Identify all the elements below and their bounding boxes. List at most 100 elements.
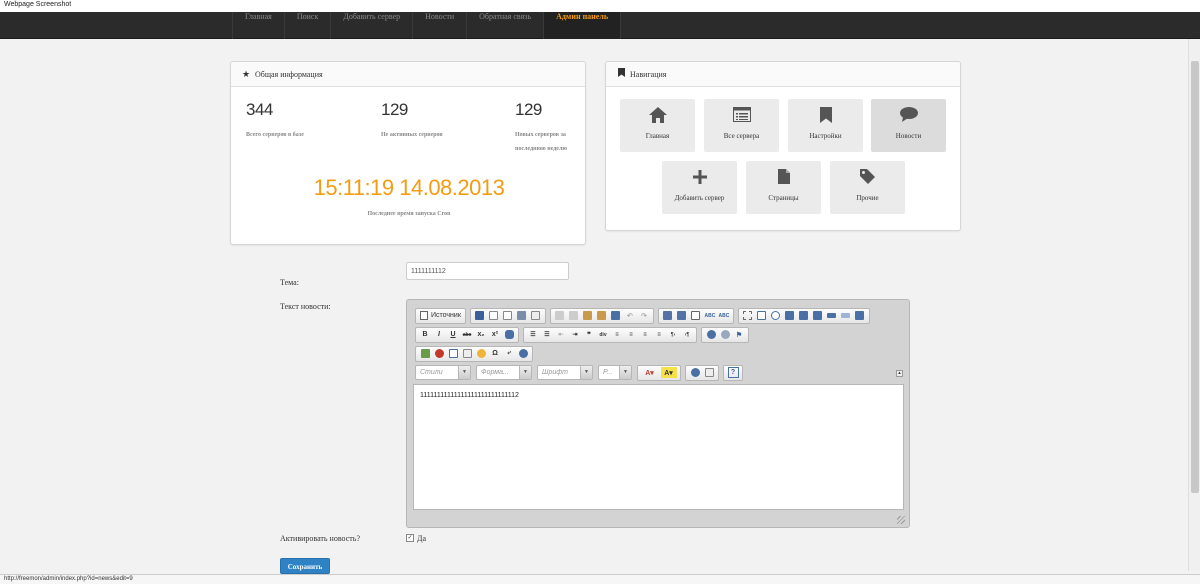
nav-tile-all-servers[interactable]: Все сервера (704, 99, 779, 152)
underline-icon[interactable]: U (448, 329, 459, 340)
select-all-icon[interactable] (690, 310, 701, 321)
align-justify-icon[interactable]: ≡ (654, 329, 665, 340)
nav-item-search[interactable]: Поиск (285, 12, 332, 39)
preview-icon[interactable] (502, 310, 513, 321)
align-center-icon[interactable]: ≡ (626, 329, 637, 340)
navigation-panel: Навигация Главная Все сервера Настройки … (605, 61, 961, 231)
nav-item-news[interactable]: Новости (413, 12, 468, 39)
paste-text-icon[interactable] (596, 310, 607, 321)
maximize-icon[interactable] (690, 367, 701, 378)
textarea-icon[interactable] (798, 310, 809, 321)
nav-item-home[interactable]: Главная (233, 12, 285, 39)
replace-icon[interactable] (676, 310, 687, 321)
forms-group (737, 307, 870, 324)
resize-grip-icon[interactable] (897, 516, 905, 524)
home-icon (648, 106, 667, 128)
copy-icon[interactable] (568, 310, 579, 321)
align-left-icon[interactable]: ≡ (612, 329, 623, 340)
source-group: Источник (415, 307, 466, 324)
save-icon[interactable] (474, 310, 485, 321)
redo-icon[interactable]: ↷ (638, 310, 649, 321)
rtl-icon[interactable]: ‹¶ (682, 329, 693, 340)
ltr-icon[interactable]: ¶› (668, 329, 679, 340)
bg-color-icon[interactable]: A▾ (660, 367, 677, 378)
undo-icon[interactable]: ↶ (624, 310, 635, 321)
templates-icon[interactable] (530, 310, 541, 321)
stat-label: Новых серверов за последнюю неделю (515, 132, 567, 152)
outdent-icon[interactable]: ⇤ (556, 329, 567, 340)
hidden-field-icon[interactable] (854, 310, 865, 321)
basic-styles-group: B I U abc x₂ x² (415, 326, 519, 343)
paste-word-icon[interactable] (610, 310, 621, 321)
smiley-icon[interactable] (476, 348, 487, 359)
div-icon[interactable]: div (598, 329, 609, 340)
collapse-toolbar-icon[interactable]: ▴ (896, 370, 903, 377)
flash-icon[interactable] (434, 348, 445, 359)
nav-item-add-server[interactable]: Добавить сервер (331, 12, 414, 39)
nav-tile-add-server[interactable]: Добавить сервер (662, 161, 737, 214)
iframe-icon[interactable] (518, 348, 529, 359)
navigation-title: Навигация (630, 70, 667, 79)
spellcheck-type-icon[interactable]: ABC (718, 310, 729, 321)
unlink-icon[interactable] (720, 329, 731, 340)
page-scrollbar[interactable] (1188, 39, 1200, 571)
nav-tile-settings[interactable]: Настройки (788, 99, 863, 152)
text-color-icon[interactable]: A▾ (642, 367, 658, 378)
new-page-icon[interactable] (488, 310, 499, 321)
italic-icon[interactable]: I (434, 329, 445, 340)
spellcheck-icon[interactable]: ABC (704, 310, 715, 321)
clipboard-group: ↶ ↷ (549, 307, 654, 324)
hr-icon[interactable] (462, 348, 473, 359)
superscript-icon[interactable]: x² (490, 329, 501, 340)
radio-icon[interactable] (770, 310, 781, 321)
page-break-icon[interactable]: ⤶ (504, 348, 515, 359)
image-button-icon[interactable] (840, 310, 851, 321)
nav-tile-other[interactable]: Прочие (830, 161, 905, 214)
special-char-icon[interactable]: Ω (490, 348, 501, 359)
topic-input[interactable] (406, 262, 569, 280)
form-icon[interactable] (742, 310, 753, 321)
remove-format-icon[interactable] (504, 329, 515, 340)
nav-tile-news[interactable]: Новости (871, 99, 946, 152)
subscript-icon[interactable]: x₂ (476, 329, 487, 340)
anchor-icon[interactable]: ⚑ (734, 329, 745, 340)
show-blocks-icon[interactable] (704, 367, 715, 378)
source-button[interactable]: Источник (418, 311, 463, 320)
about-group: ? (723, 364, 743, 381)
indent-icon[interactable]: ⇥ (570, 329, 581, 340)
nav-item-feedback[interactable]: Обратная связь (467, 12, 545, 39)
nav-item-admin-panel[interactable]: Админ панель (544, 12, 622, 39)
select-field-icon[interactable] (812, 310, 823, 321)
strike-icon[interactable]: abc (462, 329, 473, 340)
paste-icon[interactable] (582, 310, 593, 321)
bullet-list-icon[interactable]: ☰ (542, 329, 553, 340)
size-combo[interactable]: Р... ▼ (598, 365, 632, 380)
button-field-icon[interactable] (826, 310, 837, 321)
activate-news-checkbox[interactable]: ✓ (406, 534, 414, 542)
align-right-icon[interactable]: ≡ (640, 329, 651, 340)
activate-checkbox-label: Да (417, 534, 427, 543)
link-icon[interactable] (706, 329, 717, 340)
nav-tile-home[interactable]: Главная (620, 99, 695, 152)
image-icon[interactable] (420, 348, 431, 359)
bold-icon[interactable]: B (420, 329, 431, 340)
nav-tile-label: Главная (645, 132, 670, 140)
cut-icon[interactable] (554, 310, 565, 321)
save-button[interactable]: Сохранить (280, 558, 330, 574)
checkbox-icon[interactable] (756, 310, 767, 321)
font-combo-text: Шрифт (542, 369, 568, 376)
blockquote-icon[interactable]: ❞ (584, 329, 595, 340)
numbered-list-icon[interactable]: ☰ (528, 329, 539, 340)
find-icon[interactable] (662, 310, 673, 321)
nav-tile-pages[interactable]: Страницы (746, 161, 821, 214)
font-combo[interactable]: Шрифт ▼ (537, 365, 593, 380)
scrollbar-thumb[interactable] (1191, 61, 1199, 493)
format-combo[interactable]: Форма... ▼ (476, 365, 532, 380)
table-icon[interactable] (448, 348, 459, 359)
print-icon[interactable] (516, 310, 527, 321)
editor-content-area[interactable]: 11111111111111111111111111112 (413, 384, 904, 510)
styles-combo[interactable]: Стили ▼ (415, 365, 471, 380)
stat-total-servers: 344 Всего серверов в базе (246, 100, 356, 142)
help-icon[interactable]: ? (727, 367, 739, 378)
textfield-icon[interactable] (784, 310, 795, 321)
